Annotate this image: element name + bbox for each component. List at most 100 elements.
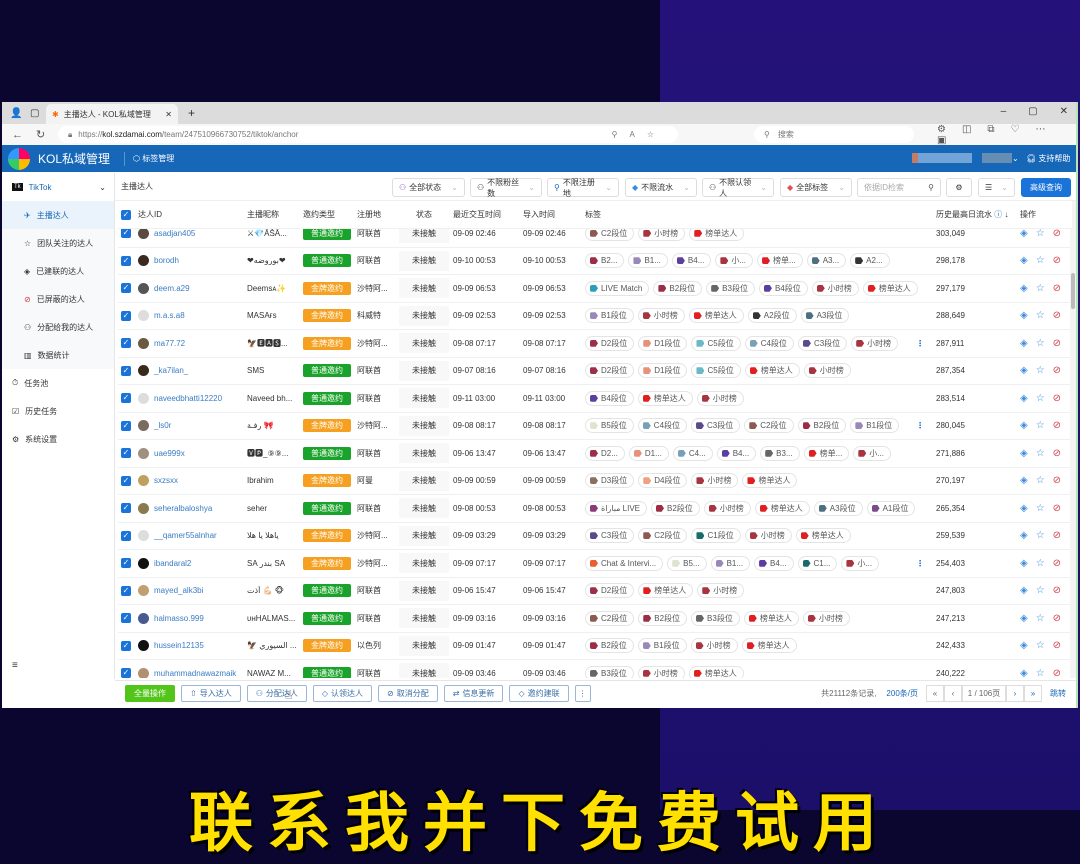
last-page-button[interactable]: » [1024, 685, 1042, 702]
tag-chip[interactable]: D1段位 [638, 363, 688, 379]
tag-chip[interactable]: 小时榜 [851, 335, 899, 351]
user-avatar-blurred[interactable] [912, 153, 1012, 163]
claim-icon[interactable]: ◈ [1020, 475, 1028, 486]
tag-chip[interactable]: 小时榜 [697, 583, 745, 599]
block-icon[interactable]: ⊘ [1053, 229, 1061, 239]
tag-chip[interactable]: B4段位 [758, 280, 808, 296]
table-scrollbar[interactable] [1070, 201, 1076, 678]
claim-icon[interactable]: ◈ [1020, 365, 1028, 376]
row-checkbox[interactable]: ✓ [121, 255, 131, 266]
tag-chip[interactable]: B2段位 [651, 500, 700, 516]
tag-chip[interactable]: B3段位 [706, 280, 755, 296]
tag-chip[interactable]: 小... [715, 253, 754, 269]
tag-chip[interactable]: D1... [628, 445, 669, 461]
region-filter[interactable]: ⚲ 不限注册地 ⌄ [547, 178, 619, 198]
claim-icon[interactable]: ◈ [1020, 503, 1028, 514]
invite-button[interactable]: ◇ 邀约建联 [509, 685, 569, 702]
fans-filter[interactable]: ⚇ 不限粉丝数 ⌄ [470, 178, 542, 198]
tag-chip[interactable]: D1段位 [638, 335, 688, 351]
tag-chip[interactable]: 榜单达人 [862, 280, 918, 296]
new-tab-icon[interactable]: + [188, 106, 195, 120]
block-icon[interactable]: ⊘ [1053, 283, 1061, 294]
anchor-id-link[interactable]: uae999x [154, 449, 185, 458]
tag-chip[interactable]: LIVE Match [585, 280, 650, 296]
tag-chip[interactable]: C3段位 [585, 528, 635, 544]
sidebar-item[interactable]: ☆ 团队关注的达人 [2, 229, 114, 257]
tag-chip[interactable]: D2段位 [585, 583, 635, 599]
block-icon[interactable]: ⊘ [1053, 475, 1061, 486]
tag-chip[interactable]: C3段位 [797, 335, 848, 351]
tag-chip[interactable]: 小时榜 [811, 280, 859, 296]
tag-chip[interactable]: B4... [671, 253, 712, 269]
claim-icon[interactable]: ◈ [1020, 338, 1028, 349]
tag-chip[interactable]: B2段位 [653, 280, 703, 296]
unassign-button[interactable]: ⊘ 取消分配 [378, 685, 438, 702]
tag-chip[interactable]: 榜单达人 [638, 583, 694, 599]
tag-chip[interactable]: 小... [841, 555, 880, 571]
search-icon[interactable]: ⚲ [928, 183, 934, 192]
tag-chip[interactable]: مباراة LIVE [585, 500, 647, 516]
block-icon[interactable]: ⊘ [1053, 585, 1061, 596]
tag-chip[interactable]: B2段位 [638, 610, 688, 626]
advanced-query-button[interactable]: 高级查询 [1021, 178, 1071, 197]
browser-search-input[interactable]: ⚲ 搜索 [754, 126, 914, 143]
claim-icon[interactable]: ◈ [1020, 668, 1028, 678]
row-checkbox[interactable]: ✓ [121, 613, 131, 624]
claim-icon[interactable]: ◈ [1020, 448, 1028, 459]
tag-chip[interactable]: B1段位 [585, 308, 634, 324]
platform-select[interactable]: Tk TikTok ⌄ [2, 173, 114, 201]
profile-icon[interactable]: 👤 [10, 108, 22, 119]
block-icon[interactable]: ⊘ [1053, 640, 1061, 651]
tag-chip[interactable]: C5段位 [691, 363, 741, 379]
close-window-icon[interactable]: ✕ [1060, 106, 1068, 117]
tag-chip[interactable]: B1... [628, 253, 668, 269]
tag-chip[interactable]: A2... [850, 253, 890, 269]
anchor-id-link[interactable]: deem.a29 [154, 284, 190, 293]
tag-chip[interactable]: B4段位 [585, 390, 634, 406]
tag-chip[interactable]: 小时榜 [691, 473, 739, 489]
star-icon[interactable]: ☆ [1036, 475, 1045, 486]
star-icon[interactable]: ☆ [1036, 613, 1045, 624]
block-icon[interactable]: ⊘ [1053, 668, 1061, 678]
anchor-id-link[interactable]: ibandaral2 [154, 559, 191, 568]
row-checkbox[interactable]: ✓ [121, 585, 131, 596]
tag-chip[interactable]: 榜单达人 [754, 500, 810, 516]
tag-chip[interactable]: C2段位 [585, 229, 635, 241]
tag-chip[interactable]: 榜单达人 [688, 665, 744, 678]
help-link[interactable]: 🎧︎ 支持帮助 [1026, 153, 1070, 164]
anchor-id-link[interactable]: borodh [154, 256, 179, 265]
anchor-id-link[interactable]: muhammadnawazmaik [154, 669, 236, 678]
tag-chip[interactable]: 小... [853, 445, 891, 461]
update-button[interactable]: ⇄ 信息更新 [443, 685, 504, 702]
page-indicator[interactable]: 1 / 106页 [962, 685, 1006, 702]
claim-icon[interactable]: ◈ [1020, 393, 1028, 404]
tag-chip[interactable]: C4段位 [744, 335, 794, 351]
tag-chip[interactable]: 榜单达人 [688, 308, 744, 324]
more-tags-icon[interactable]: ⋮ [916, 339, 924, 348]
claimer-filter[interactable]: ⚇ 不限认领人 ⌄ [702, 178, 774, 198]
star-icon[interactable]: ☆ [1036, 338, 1045, 349]
tag-chip[interactable]: C5段位 [691, 335, 741, 351]
tag-chip[interactable]: A3... [806, 253, 847, 269]
tag-chip[interactable]: B4... [754, 555, 794, 571]
claim-icon[interactable]: ◈ [1020, 640, 1028, 651]
more-actions-button[interactable]: ⋮ [574, 685, 591, 702]
prev-page-button[interactable]: ‹ [944, 685, 962, 702]
status-filter[interactable]: ⚇ 全部状态 ⌄ [392, 178, 465, 197]
user-menu-chevron-icon[interactable]: ⌄ [1012, 154, 1019, 163]
anchor-id-link[interactable]: naveedbhatti12220 [154, 394, 222, 403]
star-icon[interactable]: ☆ [1036, 448, 1045, 459]
tag-chip[interactable]: D2段位 [585, 335, 635, 351]
row-checkbox[interactable]: ✓ [121, 283, 131, 294]
tag-chip[interactable]: 榜单达人 [743, 610, 799, 626]
tag-chip[interactable]: 小时榜 [802, 610, 850, 626]
tag-chip[interactable]: D4段位 [638, 473, 688, 489]
block-icon[interactable]: ⊘ [1053, 448, 1061, 459]
tag-chip[interactable]: 榜单达人 [795, 528, 851, 544]
tags-filter[interactable]: ◆ 全部标签 ⌄ [780, 178, 852, 197]
settings-button[interactable]: ⚙ [946, 178, 972, 197]
claim-icon[interactable]: ◈ [1020, 310, 1028, 321]
tag-chip[interactable]: 小时榜 [637, 665, 685, 678]
tag-chip[interactable]: A2段位 [747, 308, 797, 324]
tag-chip[interactable]: D3段位 [585, 473, 635, 489]
